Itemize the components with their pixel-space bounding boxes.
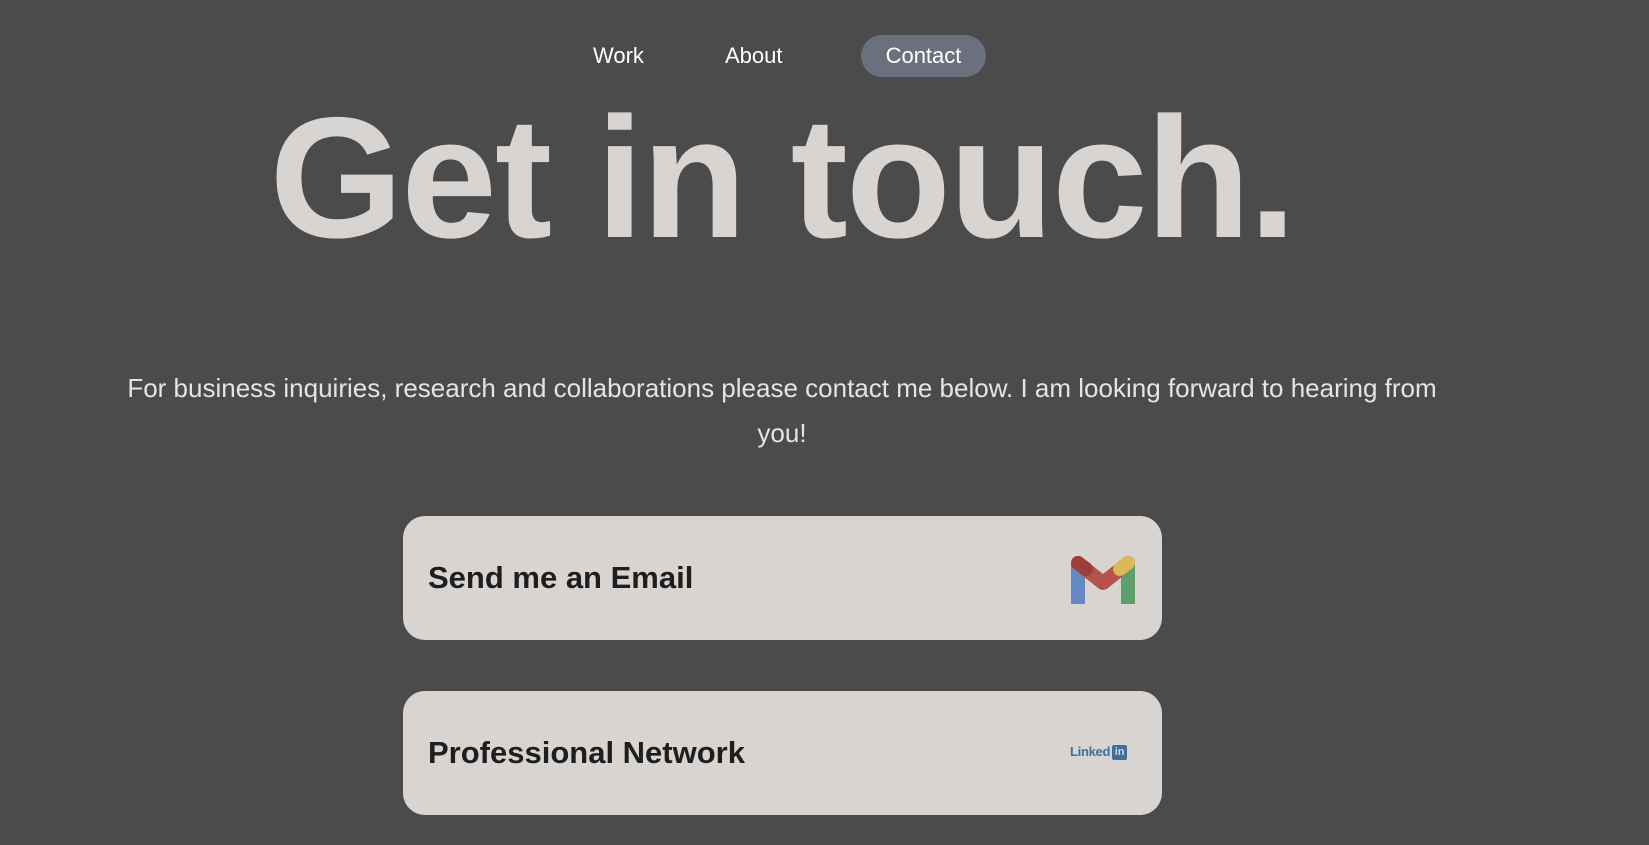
nav-link-about[interactable]: About bbox=[725, 35, 783, 77]
linkedin-logo-text: Linked bbox=[1070, 744, 1111, 759]
email-card[interactable]: Send me an Email bbox=[403, 516, 1162, 640]
linkedin-logo-badge: in bbox=[1112, 744, 1128, 760]
gmail-icon bbox=[1071, 556, 1135, 604]
top-nav: Work About Contact bbox=[0, 35, 1649, 77]
linkedin-card[interactable]: Professional Network Linked in bbox=[403, 691, 1162, 815]
linkedin-card-label: Professional Network bbox=[428, 735, 745, 770]
page-title: Get in touch. bbox=[269, 82, 1296, 274]
nav-link-contact[interactable]: Contact bbox=[861, 35, 986, 77]
nav-link-work[interactable]: Work bbox=[593, 35, 644, 77]
email-card-label: Send me an Email bbox=[428, 560, 694, 595]
intro-text: For business inquiries, research and col… bbox=[127, 373, 1437, 448]
linkedin-icon: Linked in bbox=[1070, 743, 1128, 761]
